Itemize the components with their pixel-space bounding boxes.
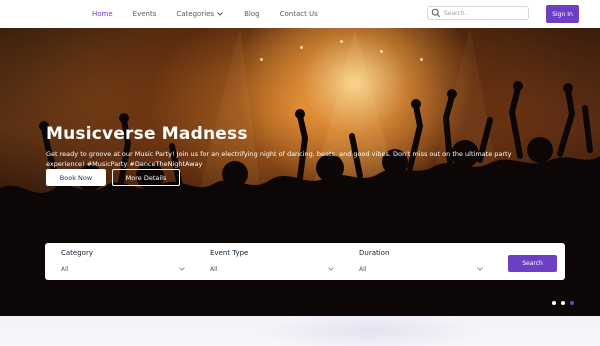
stage-light <box>300 46 303 49</box>
filter-label: Duration <box>359 249 390 257</box>
stage-light <box>420 58 423 61</box>
carousel-dot[interactable] <box>552 301 556 305</box>
chevron-down-icon <box>477 267 483 271</box>
search-input[interactable] <box>444 9 524 17</box>
filter-duration: Duration All <box>343 249 483 273</box>
category-select[interactable]: All <box>61 263 185 275</box>
stage-light <box>380 50 383 53</box>
nav-link-label: Blog <box>244 10 260 18</box>
stage-light <box>340 40 343 43</box>
filter-label: Category <box>61 249 93 257</box>
filter-search-button[interactable]: Search <box>508 255 557 272</box>
carousel-dot[interactable] <box>561 301 565 305</box>
select-value: All <box>359 265 367 273</box>
nav-link-label: Contact Us <box>279 10 318 18</box>
sign-in-button[interactable]: Sign In <box>546 5 579 23</box>
duration-select[interactable]: All <box>359 263 483 275</box>
chevron-down-icon <box>217 12 223 16</box>
hero-description: Get ready to groove at our Music Party! … <box>46 150 512 168</box>
search-box[interactable] <box>427 6 529 20</box>
stage-light <box>260 58 263 61</box>
nav-link-contact[interactable]: Contact Us <box>280 10 318 18</box>
book-now-button[interactable]: Book Now <box>46 169 106 186</box>
filter-event-type: Event Type All <box>194 249 334 273</box>
chevron-down-icon <box>179 267 185 271</box>
carousel-indicators <box>552 301 579 305</box>
nav-link-events[interactable]: Events <box>133 10 157 18</box>
select-value: All <box>61 265 69 273</box>
hero-banner: Musicverse Madness Get ready to groove a… <box>0 28 600 316</box>
nav-link-label: Events <box>132 10 157 18</box>
select-value: All <box>210 265 218 273</box>
nav-link-home[interactable]: Home <box>92 10 113 18</box>
event-type-select[interactable]: All <box>210 263 334 275</box>
nav-link-blog[interactable]: Blog <box>244 10 259 18</box>
nav-link-categories[interactable]: Categories <box>176 10 224 18</box>
more-details-button[interactable]: More Details <box>112 169 180 186</box>
filter-category: Category All <box>45 249 185 273</box>
navbar: Home Events Categories Blog Contact Us S… <box>0 0 600 29</box>
main-nav: Home Events Categories Blog Contact Us <box>92 0 338 28</box>
section-decoration <box>250 316 490 346</box>
filter-label: Event Type <box>210 249 249 257</box>
nav-link-label: Categories <box>176 10 215 18</box>
carousel-dot-active[interactable] <box>570 301 574 305</box>
hero-title: Musicverse Madness <box>46 124 248 144</box>
brand-logo[interactable] <box>14 10 42 18</box>
event-filter-panel: Category All Event Type All Duration All… <box>45 243 565 280</box>
search-icon[interactable] <box>431 8 441 18</box>
nav-link-label: Home <box>92 10 113 18</box>
chevron-down-icon <box>328 267 334 271</box>
